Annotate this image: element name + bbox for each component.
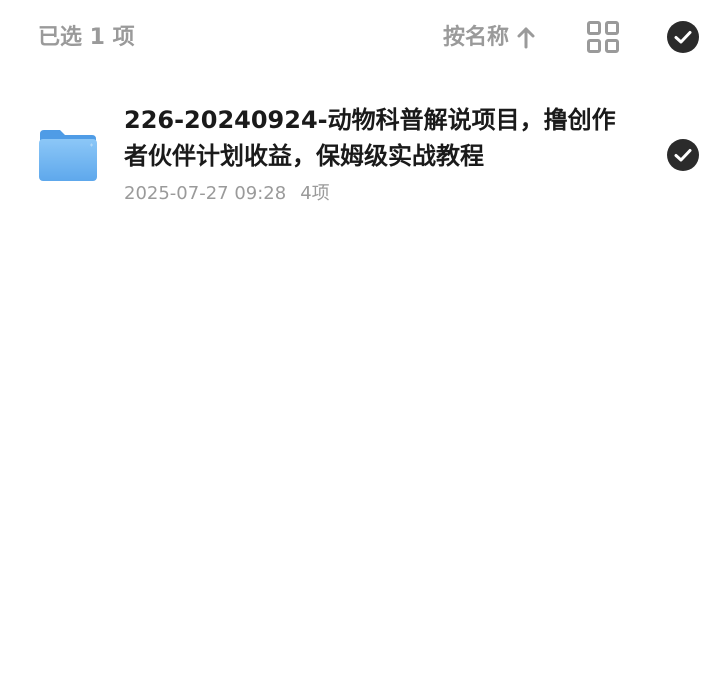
selection-header: 已选 1 项 按名称 [0,0,714,76]
sort-label: 按名称 [443,25,510,50]
check-circle-icon [667,21,699,53]
file-date: 2025-07-27 09:28 [124,183,287,204]
file-select-checkbox[interactable] [667,139,699,171]
selected-count-label: 已选 1 项 [38,25,135,50]
arrow-up-icon [515,26,537,50]
check-circle-icon [667,139,699,171]
file-list-item[interactable]: 226-20240924-动物科普解说项目，撸创作者伙伴计划收益，保姆级实战教程… [0,92,714,222]
sort-by-name-button[interactable]: 按名称 [443,22,537,54]
folder-icon [38,128,98,182]
file-item-count: 4项 [300,183,330,204]
grid-view-icon [587,21,619,53]
file-name: 226-20240924-动物科普解说项目，撸创作者伙伴计划收益，保姆级实战教程 [124,106,616,170]
file-meta: 2025-07-27 09:28 4项 [124,182,330,206]
grid-view-button[interactable] [586,20,620,54]
select-all-checkbox[interactable] [667,21,699,53]
